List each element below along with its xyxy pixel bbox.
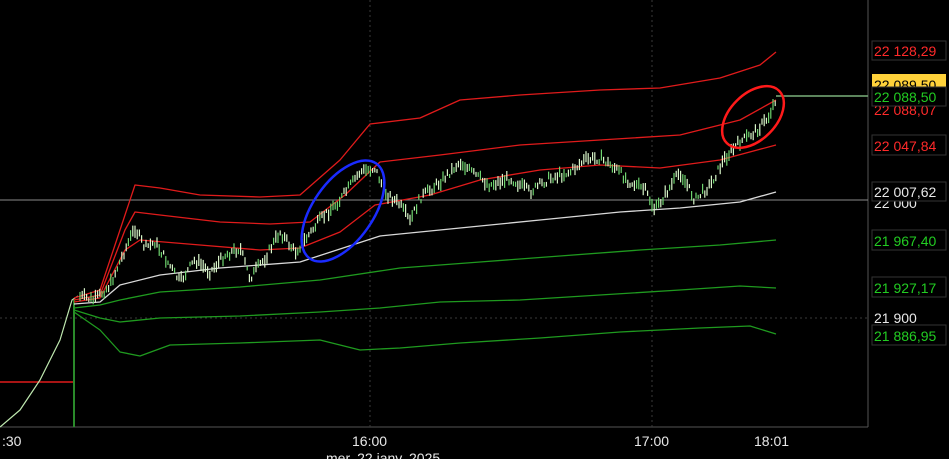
tick-time-2: 17:00 (634, 433, 669, 449)
tag-bb-lower-inner: 21 967,40 (874, 233, 936, 249)
time-axis: :30 16:00 17:00 18:01 mer. 22 janv. 2025 (2, 433, 789, 459)
x-axis-date: mer. 22 janv. 2025 (326, 450, 440, 459)
price-axis: 22 128,29 22 089,50 22 088,07 22 088,50 … (871, 40, 947, 346)
plot-area[interactable] (0, 0, 868, 427)
tick-time-3: 18:01 (754, 433, 789, 449)
tag-bb-lower-mid: 21 927,17 (874, 280, 936, 296)
tick-21900: 21 900 (874, 310, 917, 326)
tag-bb-upper-outer: 22 128,29 (874, 43, 936, 59)
tag-bb-lower-outer: 21 886,95 (874, 328, 936, 344)
tag-last: 22 088,50 (874, 89, 936, 105)
tick-time-1: 16:00 (352, 433, 387, 449)
price-chart[interactable]: 22 128,29 22 089,50 22 088,07 22 088,50 … (0, 0, 949, 459)
tick-time-0: :30 (2, 433, 22, 449)
tag-bb-upper-inner: 22 047,84 (874, 138, 936, 154)
tag-center: 22 007,62 (874, 184, 936, 200)
